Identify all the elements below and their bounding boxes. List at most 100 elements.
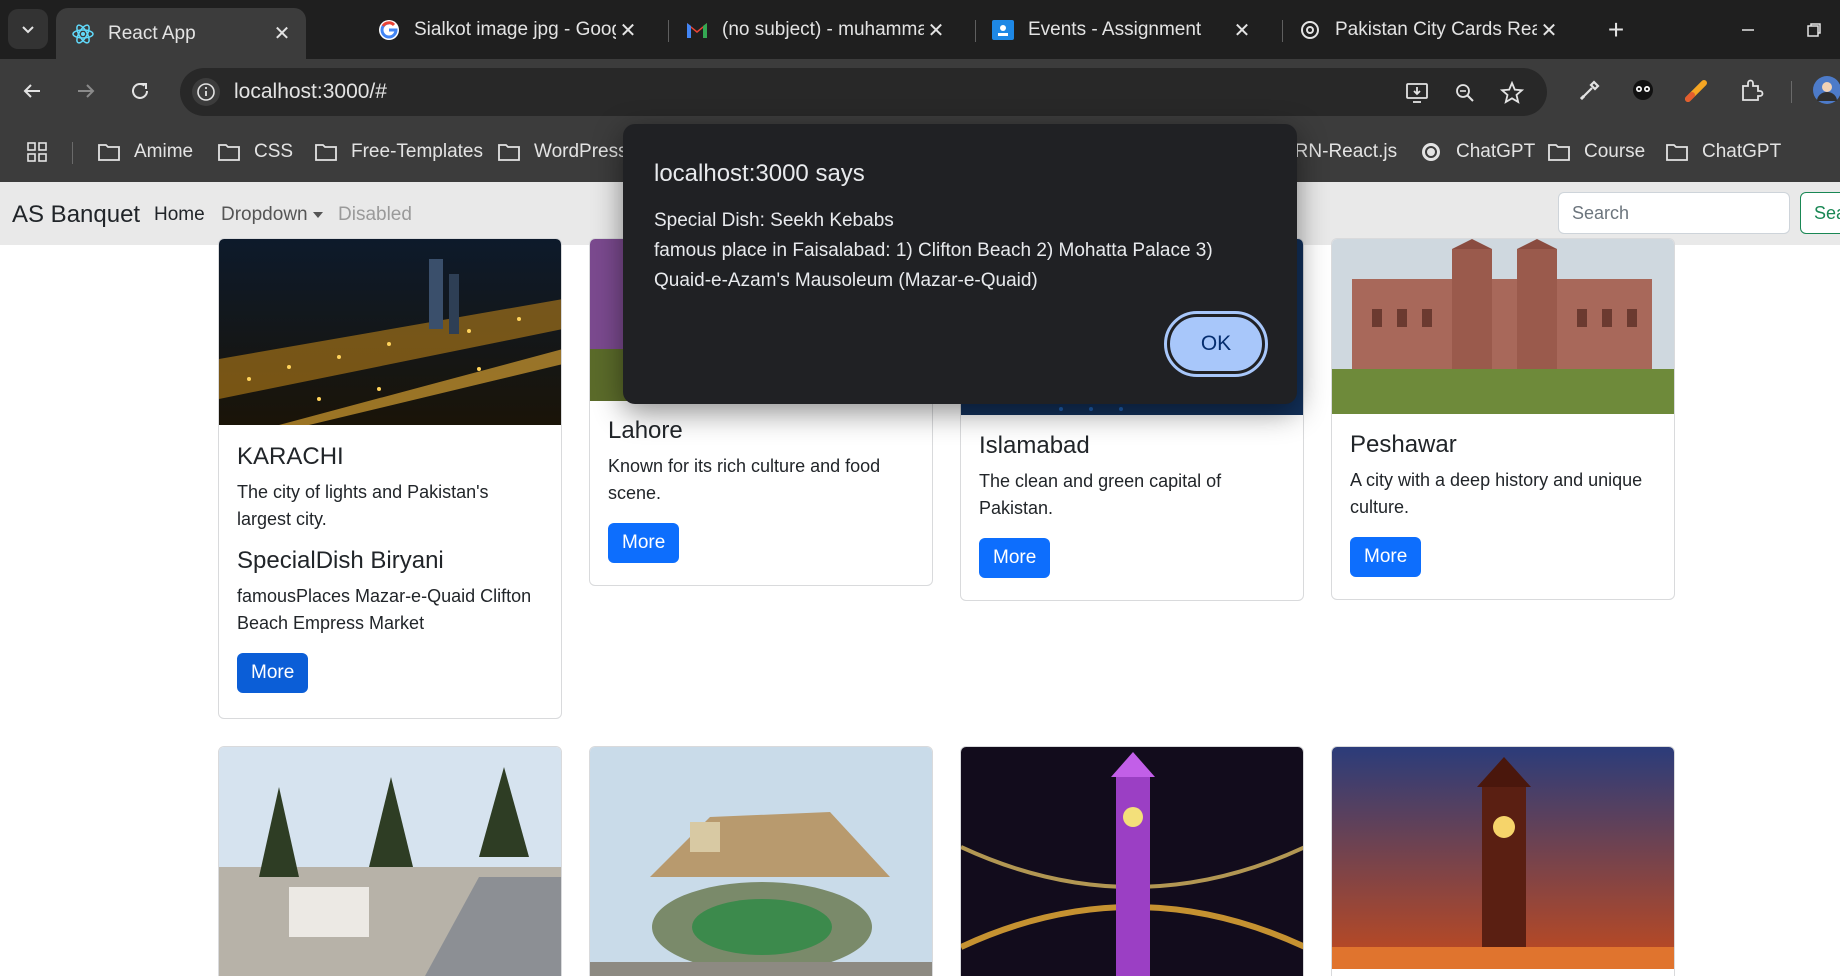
search-button[interactable]: Sea bbox=[1800, 192, 1840, 234]
city-card-multan bbox=[589, 746, 933, 976]
bookmark-folder[interactable]: Free-Templates bbox=[313, 138, 483, 166]
city-card-sialkot bbox=[1331, 746, 1675, 976]
apps-grid-button[interactable] bbox=[26, 138, 48, 166]
nav-link-home[interactable]: Home bbox=[154, 204, 205, 226]
bookmark-label: ChatGPT bbox=[1702, 141, 1782, 162]
close-tab-icon[interactable]: ✕ bbox=[924, 18, 948, 42]
arrow-right-icon bbox=[78, 84, 95, 98]
tab-label: Pakistan City Cards React bbox=[1335, 19, 1537, 40]
google-icon bbox=[378, 19, 400, 41]
close-tab-icon[interactable]: ✕ bbox=[1537, 18, 1561, 42]
install-app-icon[interactable] bbox=[1404, 80, 1430, 106]
tab-label: (no subject) - muhamma bbox=[722, 19, 924, 40]
bookmark-folder[interactable]: Course bbox=[1546, 138, 1645, 166]
tab-separator bbox=[668, 20, 669, 42]
extension-owl-icon[interactable] bbox=[1628, 75, 1658, 105]
new-tab-button[interactable]: + bbox=[1600, 14, 1632, 46]
tab-label: Sialkot image jpg - Goog bbox=[414, 19, 616, 40]
browser-tab-strip: React App ✕ Sialkot image jpg - Goog ✕ (… bbox=[0, 0, 1840, 59]
restore-icon bbox=[1807, 23, 1821, 37]
nav-dropdown[interactable]: Dropdown bbox=[221, 204, 323, 226]
chatgpt-icon bbox=[1418, 141, 1444, 163]
card-text: A city with a deep history and unique cu… bbox=[1350, 470, 1643, 517]
restore-button[interactable] bbox=[1798, 14, 1830, 46]
folder-icon bbox=[1546, 141, 1572, 163]
bookmark-label: Amime bbox=[134, 141, 194, 162]
close-tab-icon[interactable]: ✕ bbox=[616, 18, 640, 42]
minimize-button[interactable] bbox=[1732, 14, 1764, 46]
bookmark-folder[interactable]: Amime bbox=[96, 138, 193, 166]
bookmark-folder[interactable]: ChatGPT bbox=[1664, 138, 1781, 166]
classroom-icon bbox=[992, 19, 1014, 41]
more-button[interactable]: More bbox=[237, 653, 309, 693]
dialog-message-line: Special Dish: Seekh Kebabs bbox=[654, 210, 894, 231]
toolbar-divider bbox=[1791, 81, 1792, 103]
city-card-faisalabad bbox=[960, 746, 1304, 976]
navbar-brand[interactable]: AS Banquet bbox=[12, 201, 140, 229]
tab-label: Events - Assignment bbox=[1028, 19, 1202, 40]
bookmark-folder[interactable]: WordPress bbox=[496, 138, 628, 166]
more-button[interactable]: More bbox=[979, 538, 1051, 578]
nav-dropdown-label: Dropdown bbox=[221, 204, 308, 225]
zoom-icon[interactable] bbox=[1452, 80, 1478, 106]
bookmark-label: CSS bbox=[254, 141, 294, 162]
sialkot-clocktower-image bbox=[1332, 747, 1674, 969]
tab-gmail[interactable]: (no subject) - muhamma ✕ bbox=[670, 8, 960, 52]
card-title: Lahore bbox=[608, 417, 683, 444]
card-body: Lahore Known for its rich culture and fo… bbox=[608, 417, 914, 563]
more-button[interactable]: More bbox=[1350, 537, 1422, 577]
bookmark-link[interactable]: ChatGPT bbox=[1418, 138, 1535, 166]
bookmark-folder[interactable]: CSS bbox=[216, 138, 293, 166]
url-text: localhost:3000/# bbox=[234, 80, 387, 103]
city-card-karachi: KARACHI The city of lights and Pakistan'… bbox=[218, 238, 562, 719]
folder-icon bbox=[216, 141, 242, 163]
folder-icon bbox=[313, 141, 339, 163]
tab-chatgpt[interactable]: Pakistan City Cards React ✕ bbox=[1283, 8, 1573, 52]
multan-square-image bbox=[590, 747, 932, 976]
alert-dialog: localhost:3000 says Special Dish: Seekh … bbox=[623, 124, 1297, 404]
highlighter-extension-icon[interactable] bbox=[1682, 75, 1712, 105]
dialog-message: Special Dish: Seekh Kebabs famous place … bbox=[654, 206, 1254, 296]
address-bar[interactable]: localhost:3000/# bbox=[180, 68, 1547, 116]
site-info-icon[interactable] bbox=[192, 78, 220, 106]
apps-grid-icon bbox=[27, 142, 47, 162]
browser-toolbar: localhost:3000/# bbox=[0, 59, 1840, 122]
folder-icon bbox=[96, 141, 122, 163]
chatgpt-icon bbox=[1299, 19, 1321, 41]
card-title: KARACHI bbox=[237, 443, 344, 470]
arrow-left-icon bbox=[23, 84, 40, 98]
card-text: Known for its rich culture and food scen… bbox=[608, 456, 881, 503]
forward-button[interactable] bbox=[66, 71, 106, 111]
special-dish: SpecialDish Biryani bbox=[237, 547, 444, 574]
tab-classroom-events[interactable]: Events - Assignment ✕ bbox=[976, 8, 1266, 52]
city-card-quetta bbox=[218, 746, 562, 976]
close-tab-icon[interactable]: ✕ bbox=[1230, 18, 1254, 42]
card-text: The clean and green capital of Pakistan. bbox=[979, 471, 1222, 518]
more-button[interactable]: More bbox=[608, 523, 680, 563]
chevron-down-icon bbox=[22, 26, 34, 34]
eyedropper-extension-icon[interactable] bbox=[1575, 75, 1605, 105]
back-button[interactable] bbox=[12, 71, 52, 111]
bookmark-label: WordPress bbox=[534, 141, 628, 162]
bookmark-folder[interactable]: ARN-React.js bbox=[1282, 138, 1397, 166]
bookmark-star-icon[interactable] bbox=[1499, 80, 1525, 106]
tab-google-search[interactable]: Sialkot image jpg - Goog ✕ bbox=[362, 8, 652, 52]
extensions-puzzle-icon[interactable] bbox=[1737, 75, 1767, 105]
karachi-night-image bbox=[219, 239, 561, 425]
tab-search-button[interactable] bbox=[8, 9, 48, 49]
plus-icon: + bbox=[1607, 14, 1625, 45]
ok-button[interactable]: OK bbox=[1164, 311, 1268, 377]
reload-button[interactable] bbox=[120, 71, 160, 111]
reload-icon bbox=[132, 82, 148, 99]
search-input[interactable] bbox=[1558, 192, 1790, 234]
profile-avatar[interactable] bbox=[1812, 75, 1840, 105]
gmail-icon bbox=[686, 19, 708, 41]
close-tab-icon[interactable]: ✕ bbox=[270, 22, 294, 46]
card-text: The city of lights and Pakistan's larges… bbox=[237, 482, 489, 529]
tab-react-app[interactable]: React App ✕ bbox=[56, 8, 306, 59]
bookmark-label: ARN-React.js bbox=[1282, 141, 1398, 162]
minimize-icon bbox=[1742, 29, 1754, 31]
peshawar-college-image bbox=[1332, 239, 1674, 414]
quetta-snow-image bbox=[219, 747, 561, 976]
card-title: Islamabad bbox=[979, 432, 1090, 459]
